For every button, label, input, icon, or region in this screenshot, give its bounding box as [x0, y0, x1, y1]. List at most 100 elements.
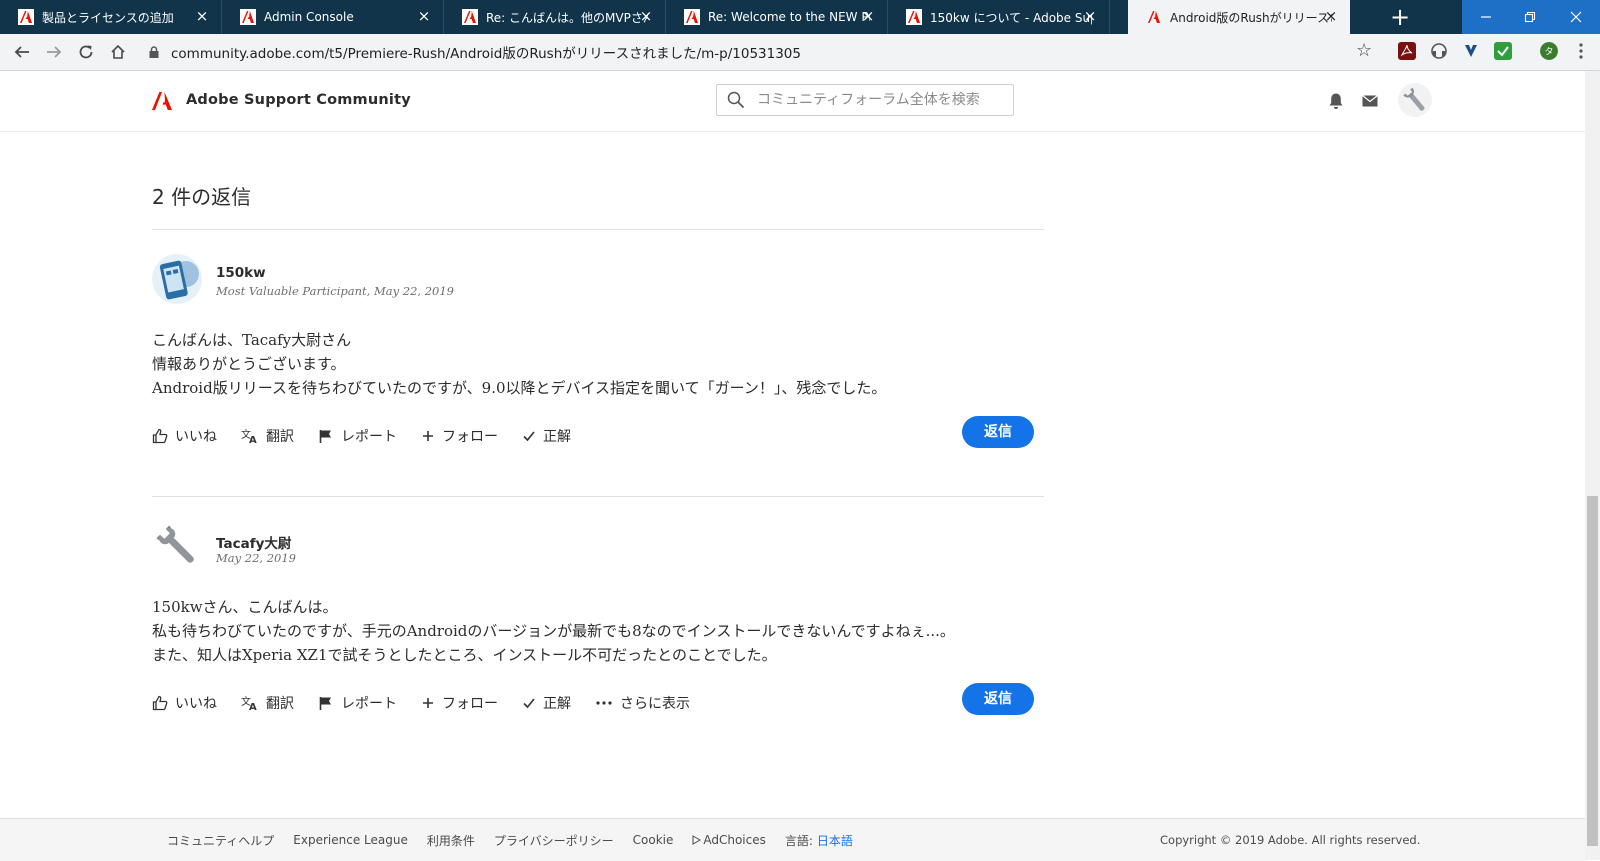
profile-avatar-icon[interactable]: タ	[1540, 42, 1558, 60]
follow-label: フォロー	[442, 429, 498, 445]
browser-tab-label: Admin Console	[264, 10, 354, 24]
tab-close-icon[interactable]: ×	[861, 8, 875, 24]
translate-icon: 文A	[241, 695, 257, 711]
pdf-extension-icon[interactable]	[1398, 42, 1416, 60]
translate-label: 翻訳	[266, 429, 294, 445]
minimize-window-icon[interactable]	[1462, 0, 1510, 34]
accept-solution-label: 正解	[543, 429, 571, 445]
post-actions: いいね 文A 翻訳 レポート フォロー 正解 さらに表示	[152, 691, 714, 715]
follow-label: フォロー	[442, 696, 498, 712]
author-avatar[interactable]	[152, 254, 202, 304]
footer-link-adchoices[interactable]: AdChoices	[692, 833, 766, 847]
adchoices-label: AdChoices	[703, 833, 766, 847]
language-label: 言語:	[784, 833, 813, 848]
author-name[interactable]: Tacafy大尉	[216, 532, 291, 552]
browser-tab-label: Re: こんばんは。他のMVPさんから	[486, 10, 648, 25]
svg-text:タ: タ	[1544, 47, 1553, 58]
adchoices-icon	[692, 835, 702, 845]
address-bar[interactable]: community.adobe.com/t5/Premiere-Rush/And…	[141, 37, 1361, 67]
new-tab-button[interactable]: +	[1386, 3, 1414, 31]
adobe-logo-icon	[462, 9, 478, 25]
tab-close-icon[interactable]: ×	[417, 8, 431, 24]
user-avatar[interactable]	[1398, 83, 1432, 117]
browser-tab[interactable]: 150kw について - Adobe Suppor ×	[888, 0, 1110, 34]
footer-link-experience-league[interactable]: Experience League	[293, 833, 408, 847]
reply-button[interactable]: 返信	[962, 683, 1034, 715]
reply-button[interactable]: 返信	[962, 416, 1034, 448]
author-name[interactable]: 150kw	[216, 265, 266, 281]
footer-link-terms[interactable]: 利用条件	[427, 832, 475, 849]
accept-solution-button[interactable]: 正解	[522, 426, 571, 446]
browser-tab-active[interactable]: Android版のRushがリリースされま ×	[1128, 0, 1350, 34]
page-scrollbar[interactable]	[1585, 71, 1600, 860]
restore-window-icon[interactable]	[1506, 0, 1554, 34]
browser-tab-strip: 製品とライセンスの追加 × Admin Console × Re: こんばんは。…	[0, 0, 1600, 34]
like-label: いいね	[175, 429, 217, 445]
plus-icon	[423, 698, 433, 708]
translate-button[interactable]: 文A 翻訳	[241, 426, 294, 446]
like-button[interactable]: いいね	[152, 693, 217, 713]
like-button[interactable]: いいね	[152, 426, 217, 446]
footer-links: コミュニティヘルプ Experience League 利用条件 プライバシーポ…	[167, 819, 872, 861]
post-date: May 22, 2019	[216, 551, 296, 565]
ellipsis-icon	[596, 701, 612, 705]
search-box[interactable]	[716, 84, 1014, 116]
messages-envelope-icon[interactable]	[1362, 95, 1378, 107]
close-window-icon[interactable]	[1552, 0, 1600, 34]
divider	[152, 496, 1044, 497]
url-text: community.adobe.com/t5/Premiere-Rush/And…	[171, 46, 801, 62]
plus-icon	[423, 431, 433, 441]
accept-solution-button[interactable]: 正解	[522, 693, 571, 713]
headset-extension-icon[interactable]	[1430, 42, 1448, 60]
adobe-logo-icon	[240, 9, 256, 25]
report-button[interactable]: レポート	[318, 693, 397, 713]
forward-arrow-icon[interactable]	[40, 38, 68, 66]
scrollbar-thumb[interactable]	[1587, 496, 1598, 846]
footer-link-community-help[interactable]: コミュニティヘルプ	[167, 832, 274, 849]
copyright-text: Copyright © 2019 Adobe. All rights reser…	[1160, 833, 1421, 847]
browser-tab[interactable]: Admin Console ×	[222, 0, 444, 34]
replies-heading: 2 件の返信	[152, 185, 252, 209]
follow-button[interactable]: フォロー	[421, 693, 498, 713]
footer-link-privacy[interactable]: プライバシーポリシー	[494, 832, 614, 849]
more-options-button[interactable]: さらに表示	[595, 693, 690, 713]
browser-tab[interactable]: Re: Welcome to the NEW Prem ×	[666, 0, 888, 34]
browser-tab[interactable]: 製品とライセンスの追加 ×	[0, 0, 222, 34]
language-selector[interactable]: 言語: 日本語	[785, 832, 853, 849]
tab-close-icon[interactable]: ×	[1083, 8, 1097, 24]
phone-avatar-icon	[152, 254, 202, 304]
check-extension-icon[interactable]	[1494, 42, 1512, 60]
site-name[interactable]: Adobe Support Community	[186, 92, 411, 108]
footer-link-cookie[interactable]: Cookie	[633, 833, 674, 847]
search-input[interactable]	[755, 91, 999, 109]
svg-text:A: A	[249, 702, 257, 711]
flag-icon	[319, 430, 331, 443]
report-button[interactable]: レポート	[318, 426, 397, 446]
author-avatar[interactable]	[152, 521, 202, 571]
browser-tab-label: Re: Welcome to the NEW Prem	[708, 10, 870, 24]
browser-toolbar: community.adobe.com/t5/Premiere-Rush/And…	[0, 34, 1600, 71]
follow-button[interactable]: フォロー	[421, 426, 498, 446]
home-icon[interactable]	[104, 38, 132, 66]
bookmark-star-icon[interactable]: ☆	[1356, 40, 1372, 61]
tab-close-icon[interactable]: ×	[1324, 8, 1338, 24]
search-icon	[727, 91, 745, 109]
tab-close-icon[interactable]: ×	[195, 8, 209, 24]
back-arrow-icon[interactable]	[8, 38, 36, 66]
shield-extension-icon[interactable]	[1462, 42, 1480, 60]
adobe-logo-icon[interactable]	[152, 92, 172, 110]
browser-tab[interactable]: Re: こんばんは。他のMVPさんから ×	[444, 0, 666, 34]
tab-close-icon[interactable]: ×	[639, 8, 653, 24]
post-body-line: 150kwさん、こんばんは。	[152, 598, 338, 616]
language-value[interactable]: 日本語	[817, 834, 853, 848]
post-actions: いいね 文A 翻訳 レポート フォロー 正解	[152, 424, 595, 448]
notifications-bell-icon[interactable]	[1328, 92, 1344, 110]
translate-button[interactable]: 文A 翻訳	[241, 693, 294, 713]
translate-icon: 文A	[241, 428, 257, 444]
browser-menu-icon[interactable]	[1578, 42, 1584, 64]
reload-icon[interactable]	[72, 38, 100, 66]
post-body: 150kwさん、こんばんは。 私も待ちわびていたのですが、手元のAndroidの…	[152, 595, 955, 667]
adobe-logo-icon	[18, 9, 34, 25]
post-body-line: 私も待ちわびていたのですが、手元のAndroidのバージョンが最新でも8なのでイ…	[152, 622, 955, 640]
thumbs-up-icon	[152, 695, 168, 711]
